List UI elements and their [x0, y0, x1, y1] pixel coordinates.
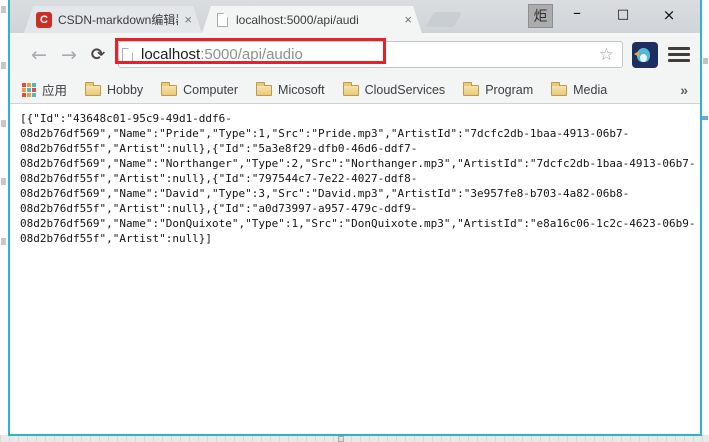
close-button[interactable]: × — [646, 2, 692, 30]
menu-hamburger-icon[interactable] — [668, 47, 690, 62]
folder-icon — [463, 85, 479, 96]
forward-icon[interactable]: → — [54, 44, 84, 66]
json-line: 08d2b76df569","Name":"Pride","Type":1,"S… — [20, 126, 696, 141]
url-text: localhost:5000/api/audio — [141, 46, 303, 63]
tab-csdn-markdown[interactable]: C CSDN-markdown编辑器 × — [24, 6, 202, 33]
bookmark-label: Computer — [183, 83, 238, 97]
bookmark-label: CloudServices — [365, 83, 446, 97]
json-line: 08d2b76df55f","Artist":null}] — [20, 231, 696, 246]
apps-label: 应用 — [42, 80, 67, 99]
bookmark-folder-media[interactable]: Media — [551, 83, 607, 97]
apps-grid-icon — [22, 83, 36, 97]
bookmark-folder-program[interactable]: Program — [463, 83, 533, 97]
minimize-button[interactable]: – — [554, 2, 600, 30]
extension-bird-icon[interactable] — [632, 42, 658, 68]
reload-icon[interactable]: ⟳ — [84, 45, 112, 65]
address-bar[interactable]: localhost:5000/api/audio ☆ — [118, 41, 623, 68]
background-ruler-strip — [0, 435, 709, 442]
window-controls: – □ × — [554, 2, 692, 30]
page-favicon-icon — [217, 13, 228, 27]
new-tab-button[interactable] — [426, 12, 462, 27]
json-line: 08d2b76df569","Name":"David","Type":3,"S… — [20, 186, 696, 201]
browser-toolbar: ← → ⟳ localhost:5000/api/audio ☆ — [10, 33, 700, 76]
folder-icon — [343, 85, 359, 96]
tab-close-icon[interactable]: × — [404, 13, 412, 26]
apps-shortcut[interactable]: 应用 — [22, 80, 67, 99]
maximize-button[interactable]: □ — [600, 2, 646, 30]
bookmarks-overflow-chevron-icon[interactable]: » — [680, 82, 688, 98]
back-icon[interactable]: ← — [24, 44, 54, 66]
browser-window: C CSDN-markdown编辑器 × localhost:5000/api/… — [8, 0, 702, 436]
json-line: 08d2b76df55f","Artist":null},{"Id":"5a3e… — [20, 141, 696, 156]
url-host: localhost — [141, 46, 200, 63]
bookmark-folder-cloudservices[interactable]: CloudServices — [343, 83, 446, 97]
url-path: :5000/api/audio — [200, 46, 303, 63]
json-line: 08d2b76df569","Name":"DonQuixote","Type"… — [20, 216, 696, 231]
folder-icon — [256, 85, 272, 96]
folder-icon — [85, 85, 101, 96]
bookmark-label: Hobby — [107, 83, 143, 97]
bookmark-folder-micosoft[interactable]: Micosoft — [256, 83, 325, 97]
tab-strip: C CSDN-markdown编辑器 × localhost:5000/api/… — [10, 0, 700, 33]
ruler-marker — [338, 436, 344, 442]
tab-title: CSDN-markdown编辑器 — [58, 11, 178, 28]
tab-close-icon[interactable]: × — [184, 13, 192, 26]
json-line: 08d2b76df55f","Artist":null},{"Id":"7975… — [20, 171, 696, 186]
bookmark-folder-computer[interactable]: Computer — [161, 83, 238, 97]
background-app-sliver-right — [702, 0, 709, 442]
tab-title: localhost:5000/api/audi — [236, 13, 398, 27]
page-content: [{"Id":"43648c01-95c9-49d1-ddf6- 08d2b76… — [10, 104, 700, 434]
json-line: [{"Id":"43648c01-95c9-49d1-ddf6- — [20, 111, 696, 126]
page-icon — [122, 48, 133, 62]
bookmark-folder-hobby[interactable]: Hobby — [85, 83, 143, 97]
background-app-sliver-left — [0, 0, 8, 442]
json-line: 08d2b76df569","Name":"Northanger","Type"… — [20, 156, 696, 171]
json-line: 08d2b76df55f","Artist":null},{"Id":"a0d7… — [20, 201, 696, 216]
bookmarks-bar: 应用 Hobby Computer Micosoft CloudServices… — [10, 76, 700, 104]
folder-icon — [161, 85, 177, 96]
bookmark-label: Micosoft — [278, 83, 325, 97]
ime-indicator-badge[interactable]: 炬 — [528, 4, 553, 28]
bookmark-label: Program — [485, 83, 533, 97]
folder-icon — [551, 85, 567, 96]
tab-localhost-api-audio[interactable]: localhost:5000/api/audi × — [202, 6, 422, 33]
bookmark-star-icon[interactable]: ☆ — [599, 45, 614, 65]
csdn-favicon-icon: C — [36, 12, 52, 28]
bookmark-label: Media — [573, 83, 607, 97]
